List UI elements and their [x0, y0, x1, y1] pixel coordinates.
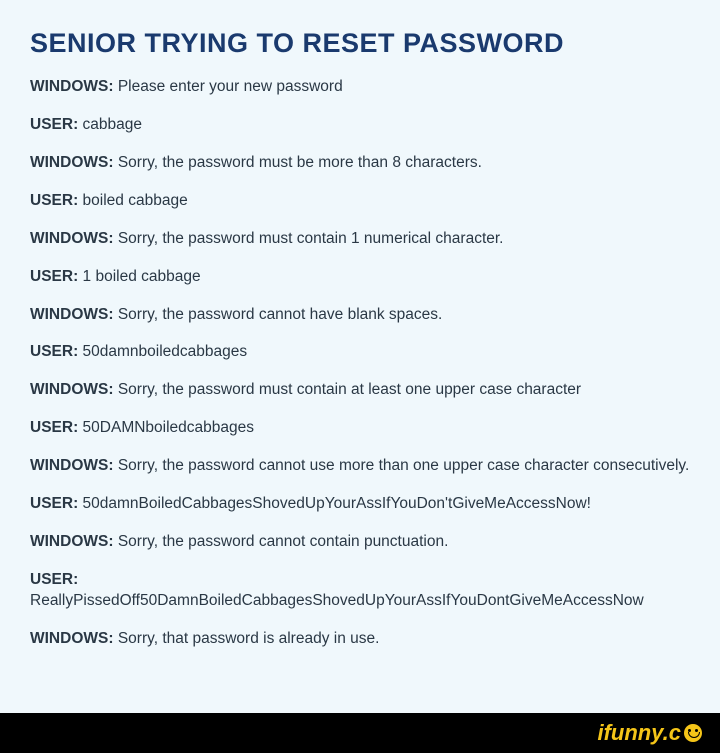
dialogue-line: WINDOWS: Please enter your new password: [30, 77, 690, 98]
dialogue-line: WINDOWS: Sorry, that password is already…: [30, 629, 690, 650]
speaker-label: WINDOWS:: [30, 381, 114, 398]
speaker-label: USER:: [30, 268, 78, 285]
dialogue-text: Please enter your new password: [114, 78, 343, 95]
watermark-text: ifunny.c: [597, 720, 681, 746]
speaker-label: USER:: [30, 495, 78, 512]
watermark: ifunny.c: [597, 720, 702, 746]
dialogue-text: Sorry, the password cannot use more than…: [114, 457, 690, 474]
dialogue-line: USER: ReallyPissedOff50DamnBoiledCabbage…: [30, 570, 690, 612]
dialogue-list: WINDOWS: Please enter your new password U…: [30, 77, 690, 650]
speaker-label: WINDOWS:: [30, 230, 114, 247]
dialogue-text: Sorry, the password cannot contain punct…: [114, 533, 449, 550]
speaker-label: USER:: [30, 419, 78, 436]
speaker-label: WINDOWS:: [30, 306, 114, 323]
dialogue-line: USER: 50damnboiledcabbages: [30, 342, 690, 363]
dialogue-text: boiled cabbage: [78, 192, 187, 209]
dialogue-line: USER: 1 boiled cabbage: [30, 267, 690, 288]
dialogue-line: WINDOWS: Sorry, the password must contai…: [30, 380, 690, 401]
dialogue-text: cabbage: [78, 116, 142, 133]
dialogue-text: Sorry, the password must be more than 8 …: [114, 154, 482, 171]
dialogue-text: Sorry, the password must contain at leas…: [114, 381, 582, 398]
meme-content: SENIOR TRYING TO RESET PASSWORD WINDOWS:…: [0, 0, 720, 687]
smiley-icon: [684, 724, 702, 742]
footer-bar: ifunny.c: [0, 713, 720, 753]
speaker-label: WINDOWS:: [30, 533, 114, 550]
dialogue-line: WINDOWS: Sorry, the password must contai…: [30, 229, 690, 250]
dialogue-text: Sorry, that password is already in use.: [114, 630, 380, 647]
dialogue-text: 50damnBoiledCabbagesShovedUpYourAssIfYou…: [78, 495, 591, 512]
dialogue-line: USER: boiled cabbage: [30, 191, 690, 212]
speaker-label: WINDOWS:: [30, 457, 114, 474]
dialogue-line: USER: 50DAMNboiledcabbages: [30, 418, 690, 439]
dialogue-text: 50damnboiledcabbages: [78, 343, 247, 360]
dialogue-line: USER: cabbage: [30, 115, 690, 136]
dialogue-line: WINDOWS: Sorry, the password cannot use …: [30, 456, 690, 477]
dialogue-text: Sorry, the password must contain 1 numer…: [114, 230, 504, 247]
speaker-label: WINDOWS:: [30, 630, 114, 647]
dialogue-text: 50DAMNboiledcabbages: [78, 419, 254, 436]
dialogue-text: Sorry, the password cannot have blank sp…: [114, 306, 443, 323]
speaker-label: USER:: [30, 192, 78, 209]
speaker-label: WINDOWS:: [30, 154, 114, 171]
speaker-label: WINDOWS:: [30, 78, 114, 95]
dialogue-line: WINDOWS: Sorry, the password must be mor…: [30, 153, 690, 174]
dialogue-line: USER: 50damnBoiledCabbagesShovedUpYourAs…: [30, 494, 690, 515]
speaker-label: USER:: [30, 116, 78, 133]
speaker-label: USER:: [30, 343, 78, 360]
dialogue-text: 1 boiled cabbage: [78, 268, 200, 285]
speaker-label: USER:: [30, 571, 78, 588]
meme-title: SENIOR TRYING TO RESET PASSWORD: [30, 28, 690, 59]
dialogue-line: WINDOWS: Sorry, the password cannot cont…: [30, 532, 690, 553]
dialogue-line: WINDOWS: Sorry, the password cannot have…: [30, 305, 690, 326]
dialogue-text: ReallyPissedOff50DamnBoiledCabbagesShove…: [30, 592, 644, 609]
